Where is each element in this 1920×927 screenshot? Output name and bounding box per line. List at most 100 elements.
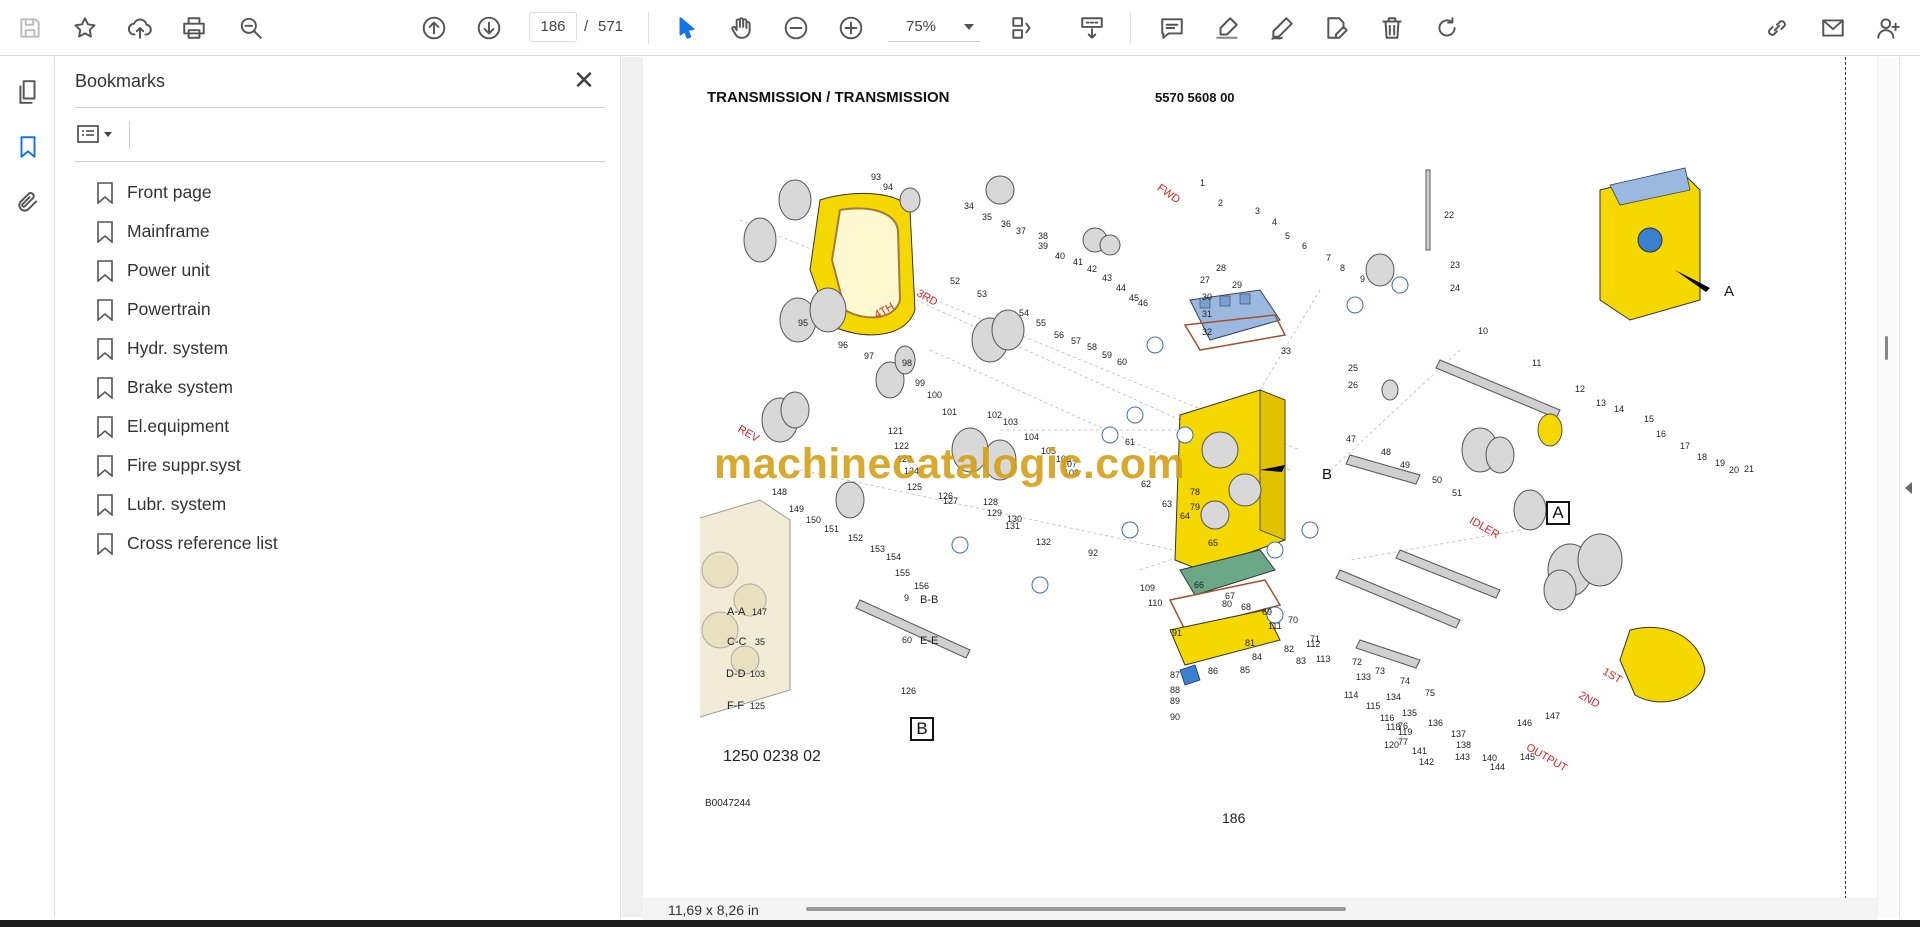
part-number-label: 75 (1425, 688, 1436, 698)
part-number-label: 34 (964, 201, 975, 211)
section-part-35: 35 (755, 637, 766, 647)
attachment-icon[interactable] (11, 185, 45, 219)
next-page-icon[interactable] (471, 10, 507, 46)
redo-icon[interactable] (1429, 10, 1465, 46)
part-number-label: 35 (982, 212, 993, 222)
section-label-f-f: F-F (727, 700, 745, 712)
bookmark-mainframe[interactable]: Mainframe (96, 212, 596, 251)
bookmarks-panel: Bookmarks ✕ Front page Mainframe Power u… (56, 57, 621, 917)
bookmark-icon (97, 532, 113, 555)
bookmark-fire-suppr-syst[interactable]: Fire suppr.syst (96, 446, 596, 485)
part-number-label: 91 (1172, 628, 1183, 638)
part-number-label: 21 (1744, 464, 1755, 474)
figure-reference: B0047244 (705, 798, 751, 809)
part-number-label: 152 (848, 533, 864, 543)
part-number-label: 131 (1005, 521, 1021, 531)
bookmark-lubr-system[interactable]: Lubr. system (96, 485, 596, 524)
part-number-label: 114 (1344, 690, 1359, 700)
section-label-d-d: D-D (726, 668, 746, 680)
close-icon[interactable]: ✕ (570, 67, 598, 95)
part-number-label: 46 (1138, 298, 1149, 308)
bookmark-cross-reference-list[interactable]: Cross reference list (96, 524, 596, 563)
select-cursor-icon[interactable] (669, 10, 705, 46)
toolbar: 186 / 571 75% (0, 0, 1920, 56)
part-number-label: 115 (1366, 701, 1381, 711)
bookmark-front-page[interactable]: Front page (96, 173, 596, 212)
bookmark-el-equipment[interactable]: El.equipment (96, 407, 596, 446)
zoom-in-icon[interactable] (833, 10, 869, 46)
bookmark-hydr-system[interactable]: Hydr. system (96, 329, 596, 368)
part-number-label: 147 (1545, 711, 1561, 721)
bookmark-icon (97, 337, 113, 360)
highlight-icon[interactable] (1209, 10, 1245, 46)
scroll-mode-icon[interactable] (1074, 10, 1110, 46)
part-number-label: 41 (1073, 257, 1084, 267)
part-number-label: 33 (1281, 346, 1292, 356)
part-number-label: 49 (1400, 460, 1411, 470)
part-number-label: 30 (1202, 292, 1213, 302)
bookmark-panel-icon[interactable] (11, 130, 45, 164)
part-number-label: 142 (1419, 757, 1435, 767)
print-icon[interactable] (176, 10, 212, 46)
part-number-label: 52 (950, 276, 961, 286)
zoom-out-icon[interactable] (778, 10, 814, 46)
part-number-label: 17 (1680, 441, 1691, 451)
expand-right-panel-icon[interactable] (1905, 482, 1912, 494)
zoom-level-select[interactable]: 75% (888, 12, 980, 42)
bookmark-icon (97, 454, 113, 477)
part-number-label: 144 (1490, 762, 1506, 772)
part-number-label: 10 (1478, 326, 1489, 336)
previous-page-icon[interactable] (416, 10, 452, 46)
part-number-label: 129 (987, 508, 1003, 518)
part-number-label: 68 (1241, 602, 1252, 612)
part-number-label: 37 (1016, 226, 1027, 236)
delete-icon[interactable] (1374, 10, 1410, 46)
page-number-input[interactable]: 186 (529, 12, 577, 42)
scrollbar-thumb[interactable] (1885, 336, 1888, 360)
cloud-upload-icon[interactable] (122, 10, 158, 46)
bookmark-icon (97, 415, 113, 438)
bookmark-powertrain[interactable]: Powertrain (96, 290, 596, 329)
part-number-label: 57 (1071, 336, 1082, 346)
part-number-label: 151 (824, 524, 840, 534)
part-number-label: 112 (1306, 639, 1321, 649)
part-number-label: 58 (1087, 342, 1098, 352)
horizontal-scrollbar[interactable] (806, 907, 1346, 911)
part-number-label: 128 (983, 497, 999, 507)
part-number-label: 55 (1036, 318, 1047, 328)
vertical-scrollbar[interactable] (1878, 57, 1898, 917)
hand-tool-icon[interactable] (723, 10, 759, 46)
part-number-label: 13 (1596, 398, 1607, 408)
fit-page-icon[interactable] (1004, 10, 1040, 46)
bookmark-list: Front page Mainframe Power unit Powertra… (96, 173, 596, 563)
part-number-label: 3 (1255, 206, 1261, 216)
bookmark-brake-system[interactable]: Brake system (96, 368, 596, 407)
part-number-label: 87 (1170, 670, 1181, 680)
bookmark-icon (97, 493, 113, 516)
search-icon[interactable] (233, 10, 269, 46)
comment-icon[interactable] (1154, 10, 1190, 46)
draw-icon[interactable] (1264, 10, 1300, 46)
page-boundary-line (1845, 57, 1846, 899)
add-user-icon[interactable] (1870, 10, 1906, 46)
page-thumbnails-icon[interactable] (11, 75, 45, 109)
email-icon[interactable] (1815, 10, 1851, 46)
part-number-label: 94 (883, 182, 894, 192)
part-number-label: 143 (1455, 752, 1471, 762)
share-link-icon[interactable] (1759, 10, 1795, 46)
pump-housing (1179, 664, 1201, 686)
part-number-label: 36 (1001, 219, 1012, 229)
part-number-label: 14 (1614, 404, 1625, 414)
bookmark-power-unit[interactable]: Power unit (96, 251, 596, 290)
part-number-label: 8 (1340, 263, 1346, 273)
part-number-label: 99 (915, 378, 926, 388)
part-number-label: 72 (1352, 657, 1363, 667)
part-number-label: 121 (888, 426, 904, 436)
bookmark-options-button[interactable] (76, 119, 122, 149)
section-part-125: 125 (750, 701, 766, 711)
part-number-label: 133 (1356, 672, 1372, 682)
save-icon[interactable] (12, 10, 48, 46)
star-icon[interactable] (67, 10, 103, 46)
part-number-label: 119 (1398, 727, 1413, 737)
edit-text-icon[interactable] (1319, 10, 1355, 46)
